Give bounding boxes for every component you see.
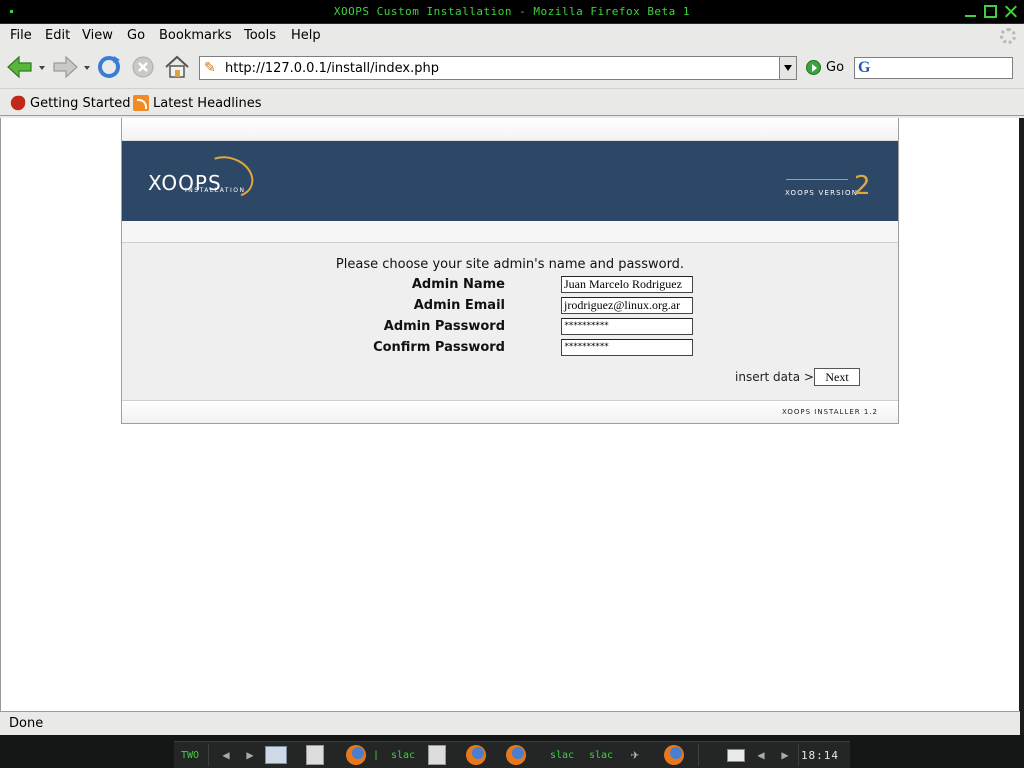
launcher-window[interactable] bbox=[264, 743, 288, 767]
firefox-bookmark-icon bbox=[10, 95, 26, 111]
taskbar-divider bbox=[798, 744, 799, 766]
search-box[interactable]: G bbox=[854, 57, 1013, 79]
menu-go[interactable]: Go bbox=[127, 28, 145, 43]
window-icon bbox=[265, 746, 287, 764]
menu-edit[interactable]: Edit bbox=[45, 28, 70, 43]
window-title: XOOPS Custom Installation - Mozilla Fire… bbox=[333, 5, 691, 18]
firefox-icon bbox=[664, 745, 684, 765]
task-terminal-1[interactable]: slac bbox=[388, 743, 418, 767]
clock: 18:14 bbox=[800, 748, 840, 762]
go-label: Go bbox=[826, 60, 845, 75]
task-terminal-3[interactable]: slac bbox=[586, 743, 616, 767]
bookmark-label: Getting Started bbox=[30, 95, 131, 111]
next-button[interactable]: Next bbox=[814, 368, 860, 386]
bookmark-latest-headlines[interactable]: Latest Headlines bbox=[133, 95, 262, 111]
go-icon bbox=[806, 60, 821, 75]
task-firefox-2[interactable] bbox=[464, 743, 488, 767]
installer-banner: XOOPS INSTALLATION XOOPS VERSION 2 bbox=[122, 141, 898, 221]
task-firefox-4[interactable] bbox=[662, 743, 686, 767]
forward-arrow-icon bbox=[53, 55, 78, 79]
task-firefox-3[interactable] bbox=[504, 743, 528, 767]
back-button[interactable] bbox=[5, 50, 35, 84]
status-text: Done bbox=[9, 716, 44, 731]
task-document[interactable] bbox=[425, 743, 449, 767]
files-icon bbox=[306, 745, 324, 765]
mail-icon bbox=[727, 748, 745, 762]
forward-history-dropdown[interactable] bbox=[84, 66, 90, 70]
home-button[interactable] bbox=[162, 50, 192, 84]
status-bar: Done bbox=[0, 711, 1020, 735]
go-button[interactable]: Go bbox=[806, 60, 844, 75]
desktop-edge bbox=[1019, 118, 1024, 711]
workspace-label[interactable]: TWO bbox=[176, 743, 204, 767]
bookmarks-toolbar: Getting Started Latest Headlines bbox=[0, 88, 1024, 116]
firefox-icon bbox=[506, 745, 526, 765]
admin-name-label: Admin Name bbox=[411, 277, 505, 292]
stop-icon bbox=[132, 56, 154, 78]
url-bar[interactable]: ✎ http://127.0.0.1/install/index.php bbox=[199, 56, 797, 80]
scroll-right-icon[interactable]: ▶ bbox=[776, 743, 794, 767]
confirm-password-field[interactable]: ********** bbox=[561, 339, 693, 356]
version-number: 2 bbox=[854, 171, 871, 201]
menu-tools[interactable]: Tools bbox=[244, 28, 276, 43]
task-gimp[interactable]: ✈ bbox=[623, 743, 647, 767]
throbber-icon bbox=[1000, 28, 1016, 44]
installer-version-footer: XOOPS INSTALLER 1.2 bbox=[782, 408, 878, 416]
installer-top-strip bbox=[122, 118, 898, 141]
home-icon bbox=[165, 55, 189, 78]
admin-name-field[interactable]: Juan Marcelo Rodriguez bbox=[561, 276, 693, 293]
admin-form: Please choose your site admin's name and… bbox=[122, 243, 898, 400]
back-arrow-icon bbox=[7, 55, 32, 79]
insert-data-label: insert data >> bbox=[735, 370, 824, 384]
admin-password-label: Admin Password bbox=[383, 319, 505, 334]
back-history-dropdown[interactable] bbox=[39, 66, 45, 70]
window-titlebar[interactable]: XOOPS Custom Installation - Mozilla Fire… bbox=[0, 0, 1024, 24]
installer-band bbox=[122, 221, 898, 243]
admin-password-field[interactable]: ********** bbox=[561, 318, 693, 335]
installer-panel: XOOPS INSTALLATION XOOPS VERSION 2 Pleas… bbox=[121, 118, 899, 424]
firefox-icon bbox=[346, 745, 366, 765]
admin-email-label: Admin Email bbox=[413, 298, 505, 313]
stop-button[interactable] bbox=[128, 50, 158, 84]
task-indicator: | bbox=[372, 749, 380, 761]
url-history-dropdown[interactable] bbox=[779, 57, 796, 79]
forward-button[interactable] bbox=[50, 50, 80, 84]
prev-workspace-icon[interactable]: ◀ bbox=[216, 743, 236, 767]
scroll-left-icon[interactable]: ◀ bbox=[752, 743, 770, 767]
document-icon bbox=[428, 745, 446, 765]
site-favicon-icon: ✎ bbox=[204, 60, 216, 76]
launcher-files[interactable] bbox=[303, 743, 327, 767]
firefox-icon bbox=[466, 745, 486, 765]
next-workspace-icon[interactable]: ▶ bbox=[240, 743, 260, 767]
reload-icon bbox=[98, 56, 120, 78]
taskbar-divider bbox=[698, 744, 699, 766]
menu-file[interactable]: File bbox=[10, 28, 32, 43]
form-prompt: Please choose your site admin's name and… bbox=[335, 257, 685, 272]
reload-button[interactable] bbox=[94, 50, 124, 84]
menu-bar: File Edit View Go Bookmarks Tools Help bbox=[0, 24, 1024, 48]
bookmark-label: Latest Headlines bbox=[153, 95, 262, 111]
taskbar-divider bbox=[208, 744, 209, 766]
task-terminal-2[interactable]: slac bbox=[547, 743, 577, 767]
navigation-toolbar: ✎ http://127.0.0.1/install/index.php Go … bbox=[0, 50, 1024, 86]
admin-email-field[interactable]: jrodriguez@linux.org.ar bbox=[561, 297, 693, 314]
version-label: XOOPS VERSION bbox=[785, 189, 859, 197]
minimize-icon[interactable] bbox=[964, 5, 977, 18]
installer-footer: XOOPS INSTALLER 1.2 bbox=[122, 400, 898, 423]
xoops-logo-subtitle: INSTALLATION bbox=[185, 187, 246, 194]
version-divider bbox=[786, 179, 848, 180]
google-search-icon[interactable]: G bbox=[858, 59, 870, 77]
bookmark-getting-started[interactable]: Getting Started bbox=[10, 95, 131, 111]
menu-help[interactable]: Help bbox=[291, 28, 321, 43]
menu-bookmarks[interactable]: Bookmarks bbox=[159, 28, 232, 43]
close-icon[interactable] bbox=[1004, 5, 1017, 18]
rss-feed-icon bbox=[133, 95, 149, 111]
url-text[interactable]: http://127.0.0.1/install/index.php bbox=[225, 61, 439, 76]
mail-notifier[interactable] bbox=[724, 743, 748, 767]
maximize-icon[interactable] bbox=[984, 5, 997, 18]
menu-view[interactable]: View bbox=[82, 28, 113, 43]
confirm-password-label: Confirm Password bbox=[373, 340, 505, 355]
task-firefox-1[interactable] bbox=[344, 743, 368, 767]
